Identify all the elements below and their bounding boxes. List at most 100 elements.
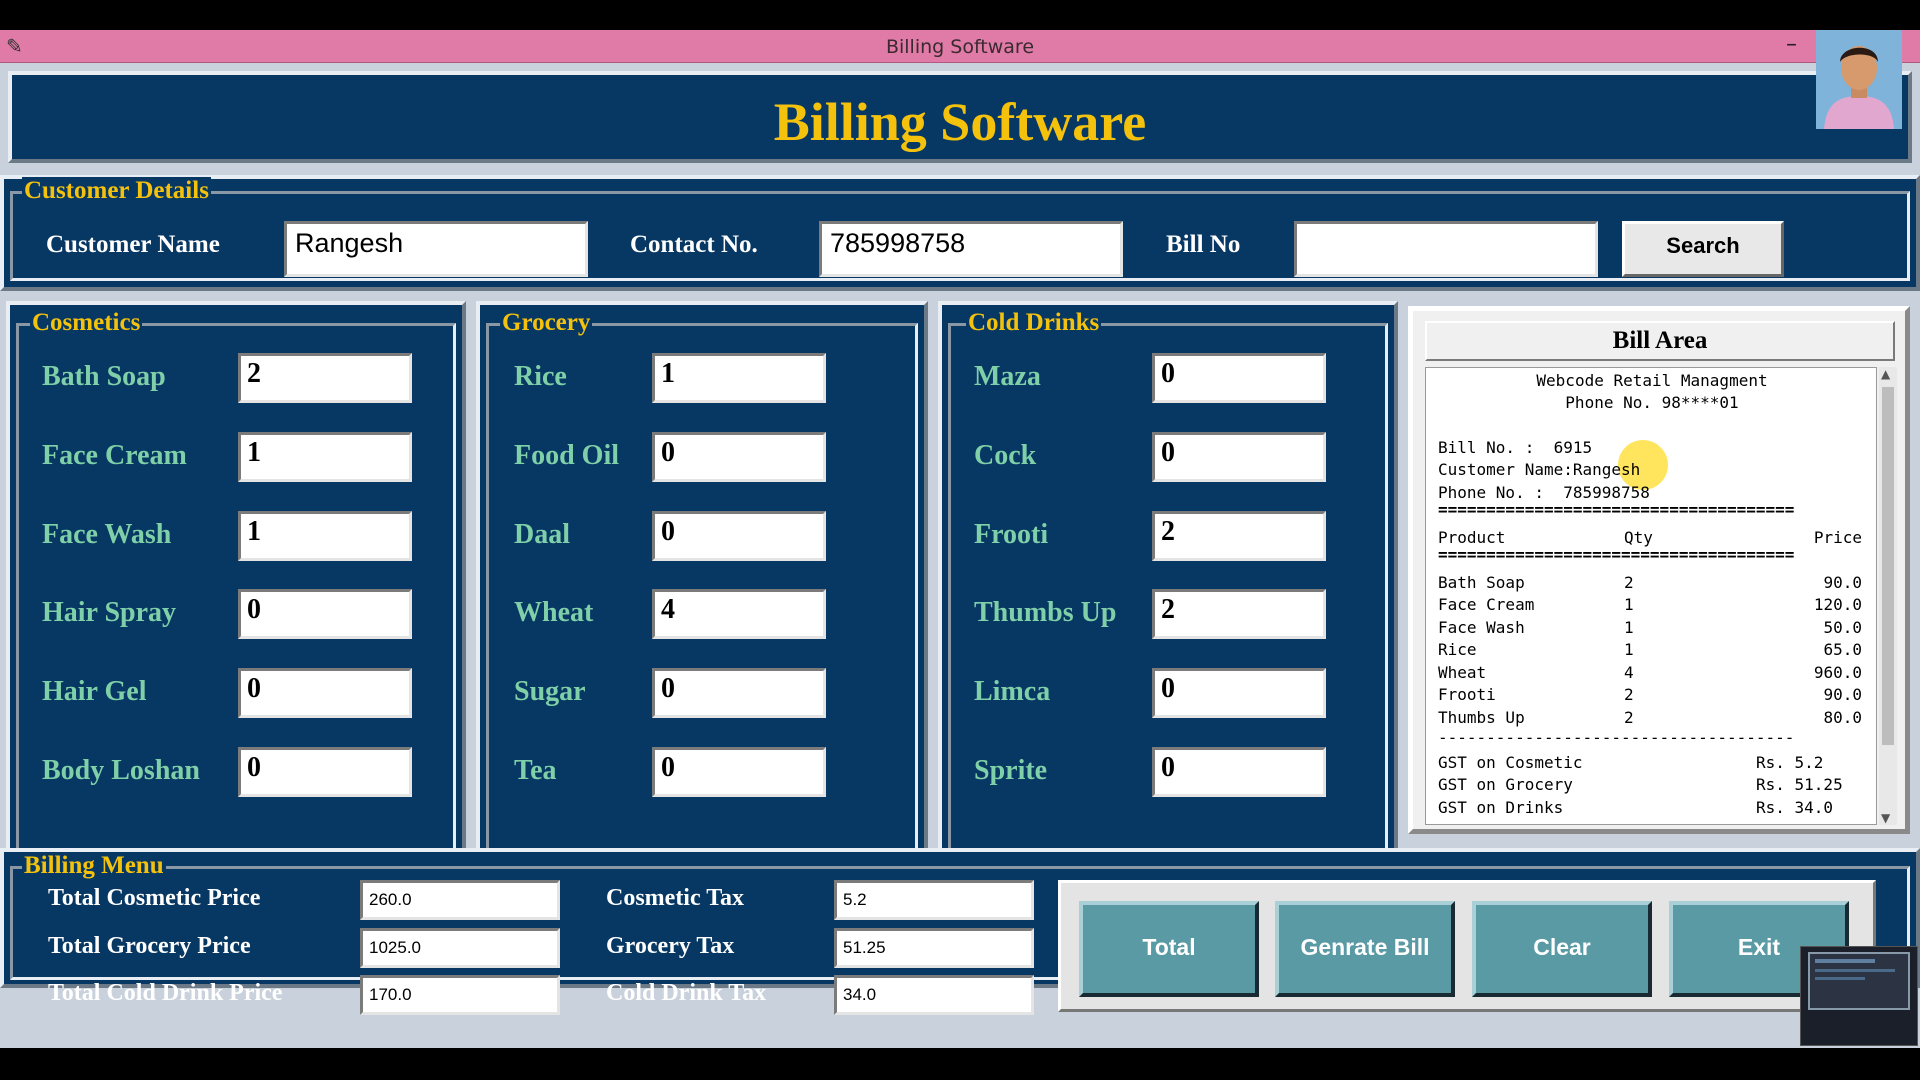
face-wash-input[interactable]: 1: [238, 511, 412, 561]
bill-gst-label: GST on Grocery: [1438, 775, 1573, 794]
clear-button[interactable]: Clear: [1472, 901, 1652, 997]
item-label-face-wash: Face Wash: [42, 519, 172, 550]
bill-customer-name: Customer Name:Rangesh: [1438, 460, 1641, 479]
customer-details-legend: Customer Details: [22, 177, 211, 205]
maza-input[interactable]: 0: [1152, 353, 1326, 403]
cosmetics-panel: Cosmetics Bath Soap 2 Face Cream 1 Face …: [6, 301, 466, 897]
logo-screen: [1808, 952, 1910, 1010]
bill-no-label: Bill No: [1166, 231, 1241, 258]
item-label-hair-gel: Hair Gel: [42, 676, 147, 707]
item-label-daal: Daal: [514, 519, 570, 550]
sugar-input[interactable]: 0: [652, 668, 826, 718]
window-title: Billing Software: [885, 36, 1035, 58]
grocery-legend: Grocery: [500, 309, 593, 337]
bill-area-title: Bill Area: [1425, 321, 1895, 361]
total-grocery-label: Total Grocery Price: [48, 933, 251, 959]
header-panel: Billing Software: [8, 71, 1912, 163]
total-cold-drink-field[interactable]: 170.0: [360, 975, 560, 1015]
search-button[interactable]: Search: [1622, 221, 1784, 277]
bill-row-price: 960.0: [1813, 663, 1862, 682]
tea-input[interactable]: 0: [652, 747, 826, 797]
item-label-hair-spray: Hair Spray: [42, 597, 177, 628]
sprite-input[interactable]: 0: [1152, 747, 1326, 797]
cold-drinks-legend: Cold Drinks: [966, 309, 1102, 337]
bath-soap-input[interactable]: 2: [238, 353, 412, 403]
bill-row-price: 90.0: [1823, 573, 1862, 592]
billing-menu-panel: Billing Menu Total Cosmetic Price 260.0 …: [0, 848, 1920, 1015]
scroll-up-icon[interactable]: ▲: [1881, 367, 1890, 381]
contact-no-label: Contact No.: [630, 231, 758, 258]
total-cosmetic-field[interactable]: 260.0: [360, 880, 560, 920]
customer-name-label: Customer Name: [46, 231, 220, 258]
bill-number: Bill No. : 6915: [1438, 438, 1593, 457]
bill-gst-label: GST on Cosmetic: [1438, 753, 1583, 772]
cosmetic-tax-label: Cosmetic Tax: [606, 885, 744, 911]
bill-row-price: 50.0: [1823, 618, 1862, 637]
total-cold-drink-label: Total Cold Drink Price: [48, 980, 283, 1006]
hair-spray-input[interactable]: 0: [238, 589, 412, 639]
item-label-sugar: Sugar: [514, 676, 586, 707]
bill-row-price: 65.0: [1823, 640, 1862, 659]
app-window: Billing Software Customer Details Custom…: [0, 63, 1920, 1048]
bill-area-panel: Bill Area Webcode Retail Managment Phone…: [1408, 306, 1910, 834]
bill-gst-value: Rs. 51.25: [1756, 775, 1843, 794]
item-label-tea: Tea: [514, 755, 557, 786]
scroll-down-icon[interactable]: ▼: [1881, 811, 1890, 825]
billing-menu-legend: Billing Menu: [22, 852, 166, 880]
body-loshan-input[interactable]: 0: [238, 747, 412, 797]
bill-textarea[interactable]: Webcode Retail Managment Phone No. 98***…: [1425, 367, 1877, 825]
bill-separator-1: =====================================: [1438, 500, 1795, 519]
scroll-thumb[interactable]: [1882, 387, 1894, 745]
cold-drink-tax-field[interactable]: 34.0: [834, 975, 1034, 1015]
window-titlebar: ✎ Billing Software –: [0, 30, 1920, 63]
item-label-wheat: Wheat: [514, 597, 594, 628]
wheat-input[interactable]: 4: [652, 589, 826, 639]
cock-input[interactable]: 0: [1152, 432, 1326, 482]
food-oil-input[interactable]: 0: [652, 432, 826, 482]
hair-gel-input[interactable]: 0: [238, 668, 412, 718]
minimize-icon[interactable]: –: [1786, 32, 1797, 57]
app-title: Billing Software: [773, 92, 1147, 152]
webcode-logo: [1800, 946, 1918, 1046]
bill-gst-value: Rs. 34.0: [1756, 798, 1834, 817]
contact-no-input[interactable]: 785998758: [819, 221, 1123, 277]
customer-details-panel: Customer Details Customer Name Rangesh C…: [0, 175, 1920, 291]
button-frame: Total Genrate Bill Clear Exit: [1058, 880, 1876, 1012]
item-label-frooti: Frooti: [974, 519, 1049, 550]
limca-input[interactable]: 0: [1152, 668, 1326, 718]
grocery-panel: Grocery Rice 1 Food Oil 0 Daal 0 Wheat 4…: [476, 301, 928, 897]
bill-separator-2: =====================================: [1438, 545, 1795, 564]
frooti-input[interactable]: 2: [1152, 511, 1326, 561]
avatar-image: [1816, 30, 1902, 129]
total-button[interactable]: Total: [1079, 901, 1259, 997]
bill-scrollbar[interactable]: ▲ ▼: [1879, 367, 1897, 825]
face-cream-input[interactable]: 1: [238, 432, 412, 482]
cold-drinks-panel: Cold Drinks Maza 0 Cock 0 Frooti 2 Thumb…: [938, 301, 1398, 897]
item-label-cock: Cock: [974, 440, 1037, 471]
item-label-rice: Rice: [514, 361, 567, 392]
generate-bill-button[interactable]: Genrate Bill: [1275, 901, 1455, 997]
item-label-maza: Maza: [974, 361, 1041, 392]
customer-name-input[interactable]: Rangesh: [284, 221, 588, 277]
bill-no-input[interactable]: [1294, 221, 1598, 277]
cold-drink-tax-label: Cold Drink Tax: [606, 980, 767, 1006]
grocery-tax-label: Grocery Tax: [606, 933, 735, 959]
item-label-bath-soap: Bath Soap: [42, 361, 166, 392]
bill-separator-3: -------------------------------------: [1438, 728, 1795, 747]
daal-input[interactable]: 0: [652, 511, 826, 561]
grocery-tax-field[interactable]: 51.25: [834, 928, 1034, 968]
bill-row-price: 90.0: [1823, 685, 1862, 704]
item-label-food-oil: Food Oil: [514, 440, 620, 471]
item-label-face-cream: Face Cream: [42, 440, 187, 471]
rice-input[interactable]: 1: [652, 353, 826, 403]
total-cosmetic-label: Total Cosmetic Price: [48, 885, 261, 911]
item-label-limca: Limca: [974, 676, 1051, 707]
thumbs-up-input[interactable]: 2: [1152, 589, 1326, 639]
item-label-body-loshan: Body Loshan: [42, 755, 200, 786]
item-label-sprite: Sprite: [974, 755, 1048, 786]
bill-shop-phone: Phone No. 98****01: [1565, 393, 1739, 412]
presenter-avatar: [1816, 30, 1902, 129]
cosmetic-tax-field[interactable]: 5.2: [834, 880, 1034, 920]
cosmetics-legend: Cosmetics: [30, 309, 143, 337]
total-grocery-field[interactable]: 1025.0: [360, 928, 560, 968]
